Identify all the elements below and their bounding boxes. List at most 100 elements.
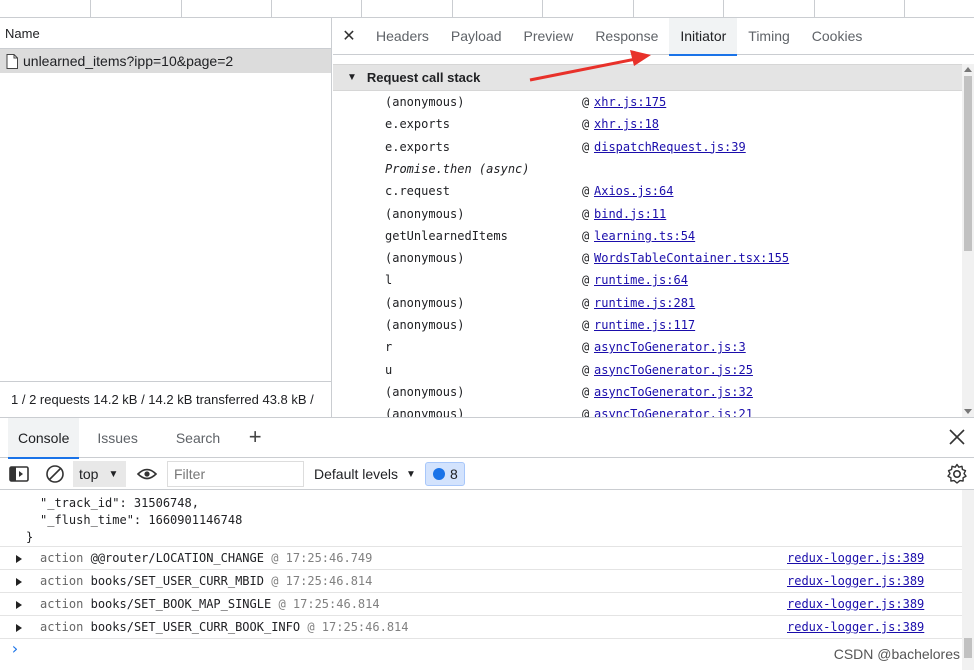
console-message[interactable]: action @@router/LOCATION_CHANGE @ 17:25:… [0,546,962,569]
scrollbar-thumb[interactable] [964,76,972,251]
tab-issues[interactable]: Issues [87,418,147,458]
frame-source-link[interactable]: Axios.js:64 [594,180,673,202]
frame-source-link[interactable]: runtime.js:117 [594,314,695,336]
scrollbar[interactable] [962,64,974,417]
source-link[interactable]: redux-logger.js:389 [787,570,924,592]
expand-triangle-icon[interactable] [16,601,22,609]
call-stack-section-header[interactable]: ▼ Request call stack [333,64,962,91]
close-icon[interactable] [946,426,968,448]
request-detail-pane: ✕ Headers Payload Preview Response Initi… [333,17,974,417]
stack-frame: (anonymous) @ bind.js:11 [333,203,962,225]
frame-function: c.request [385,184,451,199]
frame-source-link[interactable]: asyncToGenerator.js:3 [594,336,746,358]
frame-source-link[interactable]: bind.js:11 [594,203,666,225]
source-link[interactable]: redux-logger.js:389 [787,593,924,615]
stack-frame: (anonymous) @ WordsTableContainer.tsx:155 [333,247,962,269]
action-prefix: action [40,597,84,611]
message-count: 8 [450,466,458,482]
stack-frame: (anonymous) @ xhr.js:175 [333,91,962,113]
scroll-up-icon[interactable] [964,67,972,72]
console-drawer: Console Issues Search + top ▼ Default le [0,417,974,670]
close-icon[interactable]: ✕ [333,26,365,46]
frame-function: r [385,340,393,355]
frame-source-link[interactable]: learning.ts:54 [594,225,695,247]
document-icon [6,53,18,69]
expand-triangle-icon[interactable] [16,555,22,563]
call-stack-list: (anonymous) @ xhr.js:175 e.exports @ xhr.js:1… [333,91,962,417]
sidebar-toggle-icon[interactable] [9,465,29,483]
tab-timing[interactable]: Timing [737,18,801,55]
scroll-down-icon[interactable] [964,409,972,414]
eye-icon[interactable] [136,465,158,483]
frame-source-link[interactable]: runtime.js:64 [594,269,688,291]
source-link[interactable]: redux-logger.js:389 [787,616,924,638]
strip-divider [452,0,453,18]
source-link[interactable]: redux-logger.js:389 [787,547,924,569]
tab-initiator[interactable]: Initiator [669,17,738,56]
strip-divider [723,0,724,18]
network-summary: 1 / 2 requests 14.2 kB / 14.2 kB transfe… [0,381,331,417]
expand-triangle-icon[interactable] [16,624,22,632]
stack-frame: (anonymous) @ runtime.js:117 [333,314,962,336]
frame-function: u [385,362,393,377]
frame-function: e.exports [385,117,451,132]
frame-source-link[interactable]: xhr.js:18 [594,113,659,135]
frame-at: @ [582,206,590,221]
frame-source-link[interactable]: WordsTableContainer.tsx:155 [594,247,789,269]
frame-at: @ [582,295,590,310]
action-type: @@router/LOCATION_CHANGE [90,551,264,565]
frame-at: @ [582,184,590,199]
clear-console-icon[interactable] [45,464,65,484]
tab-console[interactable]: Console [8,417,80,459]
name-column-header[interactable]: Name [0,18,331,49]
request-row[interactable]: unlearned_items?ipp=10&page=2 [0,49,331,73]
frame-source-link[interactable]: asyncToGenerator.js:32 [594,381,753,403]
frame-at: @ [582,384,590,399]
frame-at: @ [582,340,590,355]
frame-function: (anonymous) [385,295,465,310]
tab-headers[interactable]: Headers [365,18,440,55]
gear-icon[interactable] [946,463,968,485]
stack-frame: e.exports @ xhr.js:18 [333,113,962,135]
action-time: @ 17:25:46.814 [307,620,409,634]
tab-search[interactable]: Search [166,418,230,458]
action-prefix: action [40,574,84,588]
frame-function: (anonymous) [385,384,465,399]
frame-at: @ [582,117,590,132]
frame-at: @ [582,318,590,332]
frame-source-link[interactable]: runtime.js:281 [594,292,695,314]
scrollbar[interactable] [962,490,974,670]
context-select[interactable]: top ▼ [73,461,126,487]
console-toolbar: top ▼ Default levels ▼ 8 [0,458,974,490]
caret-down-icon: ▼ [108,468,119,480]
console-message[interactable]: action books/SET_USER_CURR_BOOK_INFO @ 1… [0,615,962,638]
stack-frame: l @ runtime.js:64 [333,269,962,291]
tab-preview[interactable]: Preview [513,18,585,55]
tab-payload[interactable]: Payload [440,18,513,55]
tab-response[interactable]: Response [584,18,669,55]
frame-source-link[interactable]: xhr.js:175 [594,91,666,113]
console-message[interactable]: action books/SET_BOOK_MAP_SINGLE @ 17:25… [0,592,962,615]
action-prefix: action [40,551,84,565]
stack-frame: u @ asyncToGenerator.js:25 [333,359,962,381]
filter-input[interactable] [167,461,304,487]
expand-triangle-icon[interactable] [16,578,22,586]
tab-cookies[interactable]: Cookies [801,18,874,55]
frame-function: (anonymous) [385,318,465,332]
add-tab-icon[interactable]: + [240,418,270,458]
console-message[interactable]: action books/SET_USER_CURR_MBID @ 17:25:… [0,569,962,592]
log-levels-dropdown[interactable]: Default levels ▼ [314,458,416,490]
message-icon [433,468,445,480]
json-line: "_track_id": 31506748, [40,496,199,510]
issues-count-badge[interactable]: 8 [425,462,465,486]
action-type: books/SET_BOOK_MAP_SINGLE [90,597,272,611]
frame-at: @ [582,228,590,243]
console-prompt[interactable]: › [0,638,962,658]
frame-at: @ [582,273,590,288]
frame-source-link[interactable]: asyncToGenerator.js:25 [594,359,753,381]
frame-source-link[interactable]: asyncToGenerator.js:21 [594,403,753,417]
json-line: } [26,530,34,544]
scrollbar-thumb[interactable] [964,638,972,658]
frame-at: @ [582,95,590,109]
frame-source-link[interactable]: dispatchRequest.js:39 [594,136,746,158]
